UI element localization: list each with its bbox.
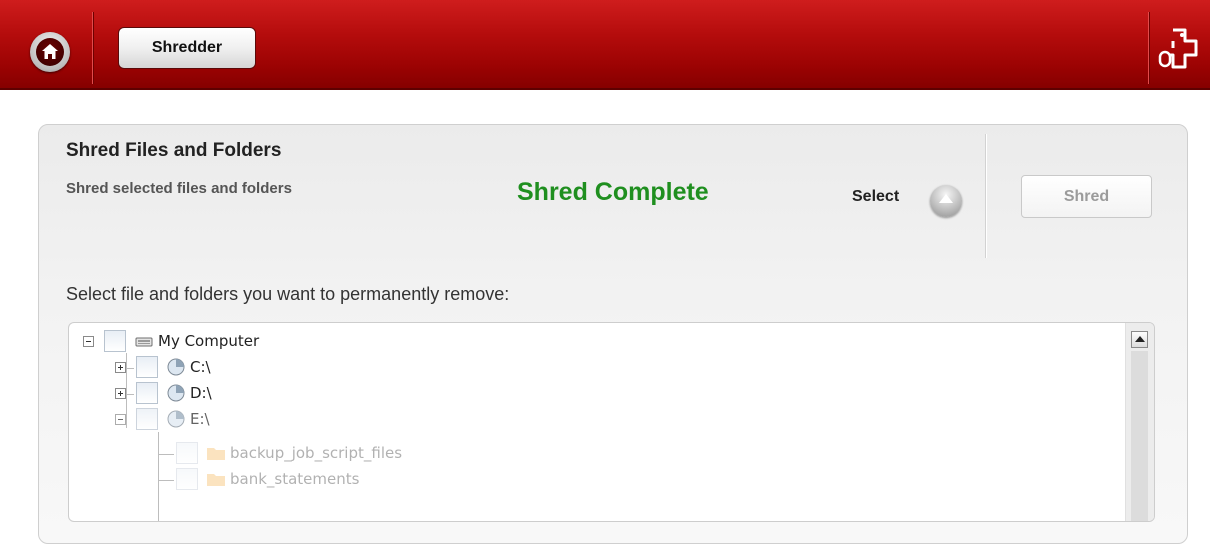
vertical-scrollbar[interactable] bbox=[1125, 323, 1154, 521]
checkbox[interactable] bbox=[104, 330, 126, 352]
expand-icon[interactable] bbox=[115, 361, 126, 373]
scroll-up-arrow-icon[interactable] bbox=[1131, 331, 1148, 348]
support-icon[interactable] bbox=[1156, 26, 1202, 72]
collapse-icon[interactable] bbox=[83, 335, 94, 347]
file-tree[interactable]: My Computer C:\ D:\ E:\ backup_job_scrip… bbox=[68, 322, 1155, 522]
scroll-thumb[interactable] bbox=[1131, 351, 1148, 521]
home-icon bbox=[36, 38, 64, 66]
select-label: Select bbox=[852, 188, 900, 205]
tree-line bbox=[158, 432, 159, 521]
tree-line bbox=[158, 480, 174, 481]
tree-row-folder[interactable]: bank_statements bbox=[176, 468, 359, 490]
home-button[interactable] bbox=[30, 32, 70, 72]
instruction-text: Select file and folders you want to perm… bbox=[66, 284, 510, 304]
chevron-up-icon bbox=[939, 194, 953, 203]
tree-label: E:\ bbox=[190, 410, 210, 428]
toolbar-divider-right bbox=[1148, 12, 1149, 84]
tree-label: D:\ bbox=[190, 384, 212, 402]
drive-icon bbox=[167, 358, 185, 376]
top-bar: Shredder bbox=[0, 0, 1210, 90]
collapse-icon[interactable] bbox=[115, 413, 126, 425]
panel-title: Shred Files and Folders bbox=[66, 140, 282, 161]
tree-row-root[interactable]: My Computer bbox=[83, 330, 259, 352]
drive-icon bbox=[167, 384, 185, 402]
shred-button[interactable]: Shred bbox=[1021, 175, 1152, 218]
checkbox[interactable] bbox=[136, 408, 158, 430]
checkbox[interactable] bbox=[176, 442, 198, 464]
folder-icon bbox=[207, 448, 225, 460]
computer-icon bbox=[135, 337, 153, 347]
select-toggle-button[interactable] bbox=[930, 185, 962, 217]
checkbox[interactable] bbox=[136, 356, 158, 378]
tree-row-folder[interactable]: backup_job_script_files bbox=[176, 442, 402, 464]
panel-subtitle: Shred selected files and folders bbox=[66, 180, 292, 197]
tree-label: bank_statements bbox=[230, 470, 360, 488]
tree-line bbox=[158, 454, 174, 455]
panel-divider bbox=[985, 134, 986, 258]
toolbar-divider bbox=[92, 12, 93, 84]
drive-icon bbox=[167, 410, 185, 428]
status-text: Shred Complete bbox=[517, 178, 709, 206]
tree-label: My Computer bbox=[158, 332, 260, 350]
tree-row-drive[interactable]: C:\ bbox=[115, 356, 211, 378]
shredder-tab-button[interactable]: Shredder bbox=[118, 27, 256, 69]
tree-row-drive[interactable]: E:\ bbox=[115, 408, 210, 430]
expand-icon[interactable] bbox=[115, 387, 126, 399]
folder-icon bbox=[207, 474, 225, 486]
tree-label: C:\ bbox=[190, 358, 211, 376]
checkbox[interactable] bbox=[176, 468, 198, 490]
tree-row-drive[interactable]: D:\ bbox=[115, 382, 212, 404]
tree-label: backup_job_script_files bbox=[230, 444, 403, 462]
checkbox[interactable] bbox=[136, 382, 158, 404]
